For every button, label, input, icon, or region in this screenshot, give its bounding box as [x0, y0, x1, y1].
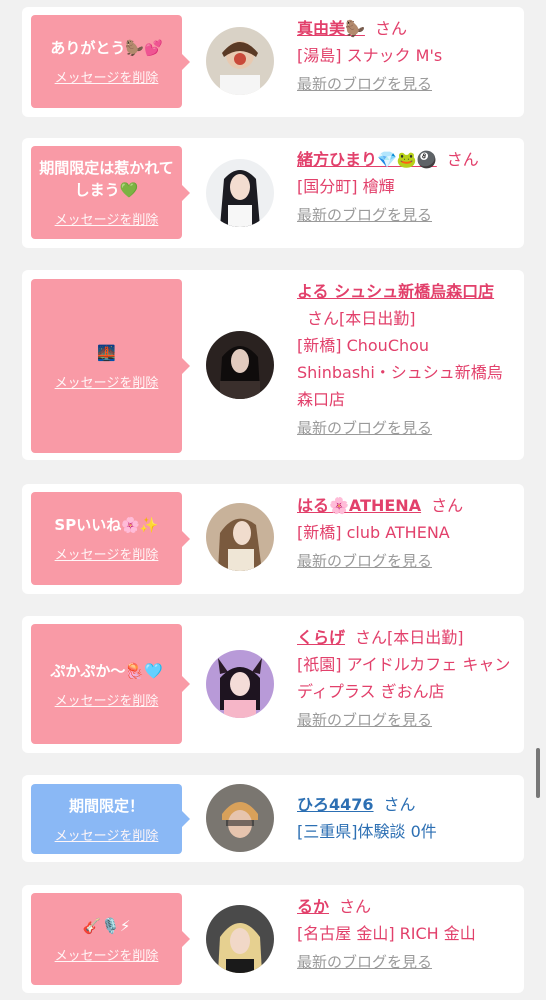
scrollbar[interactable]: [536, 748, 540, 798]
message-card: ありがとう🦫💕 メッセージを削除 真由美🦫 さん [湯島] スナック M's 最新…: [22, 7, 524, 117]
shop-info: [祇園] アイドルカフェ キャンディプラス ぎおん店: [297, 655, 511, 701]
delete-message-link[interactable]: メッセージを削除: [55, 209, 159, 228]
honorific: さん: [431, 496, 464, 515]
shop-info: [新橋] club ATHENA: [297, 523, 450, 542]
message-bubble: 🎸🎙️⚡ メッセージを削除: [31, 893, 190, 985]
avatar[interactable]: [206, 784, 274, 852]
cast-info: るか さん [名古屋 金山] RICH 金山 最新のブログを見る: [297, 893, 513, 973]
message-card: SPいいね🌸✨ メッセージを削除 はる🌸ATHENA さん [新橋] club A…: [22, 484, 524, 594]
shop-info: [湯島] スナック M's: [297, 46, 443, 65]
honorific: さん: [339, 897, 372, 916]
message-card: 🎸🎙️⚡ メッセージを削除 るか さん [名古屋 金山] RICH 金山 最新のブ…: [22, 885, 524, 993]
avatar[interactable]: [206, 159, 274, 227]
message-text: SPいいね🌸✨: [54, 516, 159, 534]
avatar[interactable]: [206, 331, 274, 399]
user-name-link[interactable]: ひろ4476: [297, 795, 374, 814]
latest-blog-link[interactable]: 最新のブログを見る: [297, 951, 432, 973]
cast-name-link[interactable]: るか: [297, 897, 329, 916]
cast-name-link[interactable]: よる シュシュ新橋烏森口店: [297, 282, 494, 301]
avatar[interactable]: [206, 650, 274, 718]
message-text: 期間限定！: [68, 796, 144, 815]
cast-info: ひろ4476 さん [三重県]体験談 0件: [297, 791, 513, 845]
shop-info: [国分町] 檜輝: [297, 177, 395, 196]
honorific: さん: [307, 309, 340, 328]
message-card: 🌉 メッセージを削除 よる シュシュ新橋烏森口店さん[本日出勤] [新橋] Ch…: [22, 270, 524, 460]
message-bubble: 🌉 メッセージを削除: [31, 279, 190, 453]
message-bubble: 期間限定は惹かれてしまう💚 メッセージを削除: [31, 146, 190, 239]
message-text: ありがとう🦫💕: [50, 39, 163, 57]
cast-info: よる シュシュ新橋烏森口店さん[本日出勤] [新橋] ChouChou Shin…: [297, 278, 513, 439]
message-bubble: SPいいね🌸✨ メッセージを削除: [31, 492, 190, 585]
message-bubble: 期間限定！ メッセージを削除: [31, 784, 190, 854]
delete-message-link[interactable]: メッセージを削除: [55, 544, 159, 563]
latest-blog-link[interactable]: 最新のブログを見る: [297, 73, 432, 95]
avatar[interactable]: [206, 503, 274, 571]
avatar[interactable]: [206, 905, 274, 973]
cast-info: 緒方ひまり💎🐸🎱 さん [国分町] 檜輝 最新のブログを見る: [297, 146, 513, 226]
honorific: さん: [383, 795, 416, 814]
message-text: 🎸🎙️⚡: [82, 916, 131, 935]
honorific: さん: [374, 19, 407, 38]
shop-info: [新橋] ChouChou Shinbashi・シュシュ新橋烏森口店: [297, 336, 503, 409]
honorific: さん: [355, 628, 388, 647]
cast-info: くらげ さん[本日出勤] [祇園] アイドルカフェ キャンディプラス ぎおん店 最…: [297, 624, 513, 731]
message-text: ぷかぷか〜🪼🩵: [50, 661, 163, 680]
message-text: 期間限定は惹かれてしまう💚: [39, 159, 174, 199]
delete-message-link[interactable]: メッセージを削除: [55, 825, 159, 844]
message-text: 🌉: [97, 343, 116, 362]
delete-message-link[interactable]: メッセージを削除: [55, 372, 159, 391]
delete-message-link[interactable]: メッセージを削除: [55, 945, 159, 964]
avatar[interactable]: [206, 27, 274, 95]
delete-message-link[interactable]: メッセージを削除: [55, 67, 159, 86]
message-card: 期間限定！ メッセージを削除 ひろ4476 さん [三重県]体験談 0件: [22, 775, 524, 862]
honorific: さん: [446, 150, 479, 169]
message-bubble: ありがとう🦫💕 メッセージを削除: [31, 15, 190, 108]
cast-info: 真由美🦫 さん [湯島] スナック M's 最新のブログを見る: [297, 15, 513, 95]
attendance-status: [本日出勤]: [339, 309, 416, 328]
shop-info: [名古屋 金山] RICH 金山: [297, 924, 476, 943]
cast-name-link[interactable]: くらげ: [297, 628, 345, 647]
latest-blog-link[interactable]: 最新のブログを見る: [297, 550, 432, 572]
latest-blog-link[interactable]: 最新のブログを見る: [297, 204, 432, 226]
attendance-status: [本日出勤]: [387, 628, 464, 647]
cast-name-link[interactable]: 緒方ひまり💎🐸🎱: [297, 150, 437, 169]
cast-info: はる🌸ATHENA さん [新橋] club ATHENA 最新のブログを見る: [297, 492, 513, 572]
latest-blog-link[interactable]: 最新のブログを見る: [297, 417, 432, 439]
cast-name-link[interactable]: はる🌸ATHENA: [297, 496, 421, 515]
cast-name-link[interactable]: 真由美🦫: [297, 19, 365, 38]
message-card: 期間限定は惹かれてしまう💚 メッセージを削除 緒方ひまり💎🐸🎱 さん [国分町] …: [22, 138, 524, 248]
message-bubble: ぷかぷか〜🪼🩵 メッセージを削除: [31, 624, 190, 744]
review-info: [三重県]体験談 0件: [297, 822, 437, 841]
latest-blog-link[interactable]: 最新のブログを見る: [297, 709, 432, 731]
delete-message-link[interactable]: メッセージを削除: [55, 690, 159, 709]
message-card: ぷかぷか〜🪼🩵 メッセージを削除 くらげ さん[本日出勤] [祇園] アイドルカフ…: [22, 616, 524, 753]
